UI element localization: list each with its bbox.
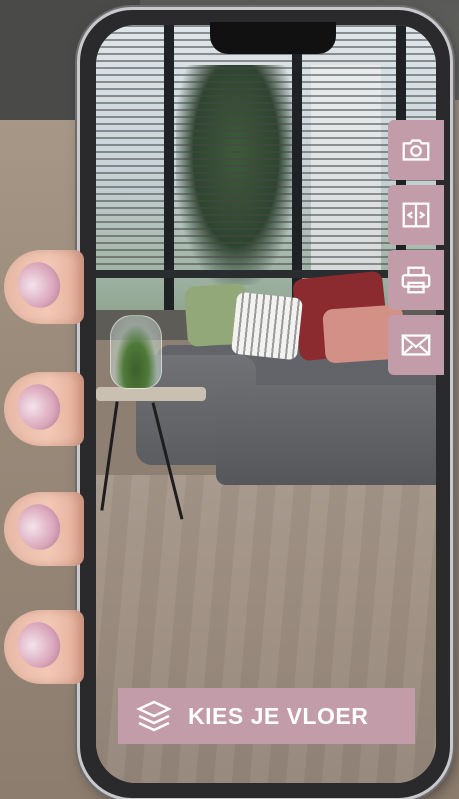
finger bbox=[4, 372, 84, 446]
fingernail bbox=[11, 256, 67, 314]
compare-icon bbox=[402, 202, 430, 228]
finger bbox=[4, 610, 84, 684]
fingernail bbox=[11, 378, 67, 436]
choose-floor-label: KIES JE VLOER bbox=[188, 702, 369, 729]
window-sill bbox=[96, 270, 436, 278]
mail-button[interactable] bbox=[388, 315, 444, 375]
window-blinds bbox=[96, 25, 436, 275]
compare-button[interactable] bbox=[388, 185, 444, 245]
tool-sidebar bbox=[388, 120, 444, 380]
side-table bbox=[96, 387, 206, 401]
phone-notch bbox=[210, 22, 336, 54]
terrarium bbox=[110, 315, 162, 389]
pillow bbox=[230, 291, 304, 361]
print-button[interactable] bbox=[388, 250, 444, 310]
sofa-seat bbox=[216, 385, 436, 485]
mail-icon bbox=[401, 334, 431, 356]
hand bbox=[0, 250, 95, 710]
camera-button[interactable] bbox=[388, 120, 444, 180]
finger bbox=[4, 250, 84, 324]
camera-icon bbox=[402, 139, 430, 161]
fingernail bbox=[11, 498, 67, 556]
print-icon bbox=[401, 266, 431, 294]
choose-floor-button[interactable]: KIES JE VLOER bbox=[118, 688, 415, 744]
layers-icon bbox=[134, 696, 174, 736]
fingernail bbox=[11, 616, 67, 674]
ar-room-preview bbox=[96, 25, 436, 783]
finger bbox=[4, 492, 84, 566]
